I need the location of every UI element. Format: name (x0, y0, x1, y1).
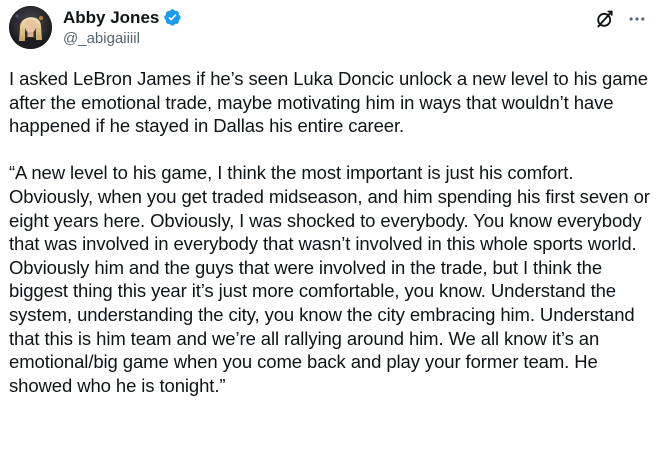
tweet-text: I asked LeBron James if he’s seen Luka D… (9, 68, 650, 396)
more-horizontal-icon[interactable] (626, 8, 648, 30)
tweet: Abby Jones @_abigaiiiil I asked LeBron J… (0, 0, 660, 469)
grok-icon[interactable] (594, 8, 616, 30)
header-actions (594, 8, 648, 30)
verified-badge-icon[interactable] (163, 8, 182, 27)
tweet-header: Abby Jones @_abigaiiiil (9, 6, 648, 50)
avatar[interactable] (9, 6, 52, 49)
author-names: Abby Jones @_abigaiiiil (63, 7, 182, 49)
handle[interactable]: @_abigaiiiil (63, 29, 182, 49)
avatar-photo-icon (9, 6, 52, 49)
display-row: Abby Jones (63, 7, 182, 28)
display-name[interactable]: Abby Jones (63, 7, 159, 28)
